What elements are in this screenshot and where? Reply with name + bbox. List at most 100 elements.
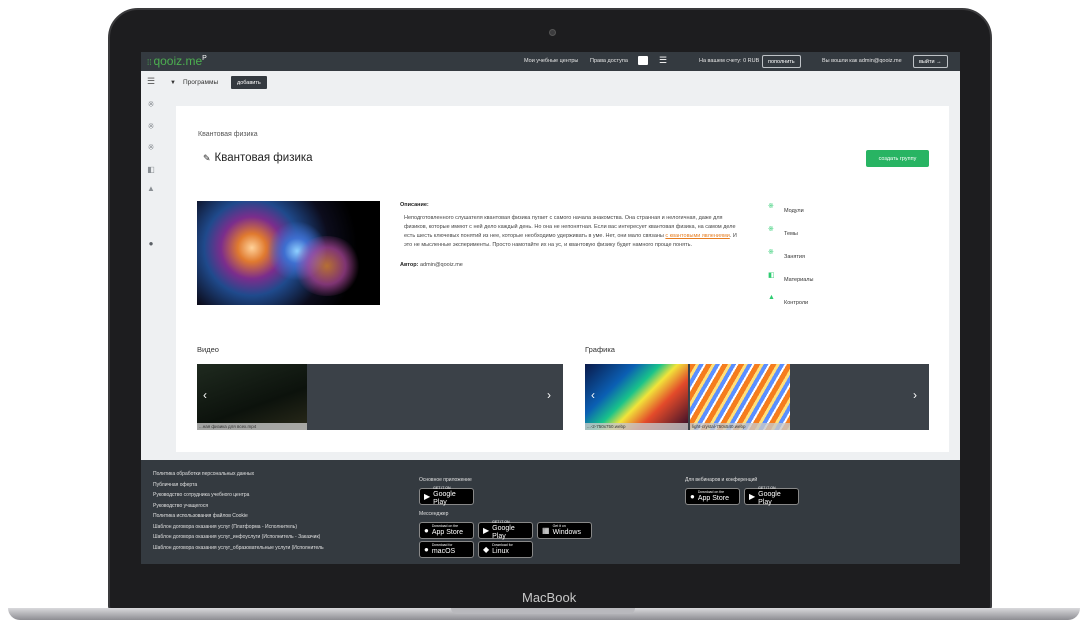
footer-link[interactable]: Руководство учащегося	[153, 501, 324, 512]
description-heading: Описание:	[400, 202, 429, 208]
graphic-thumbnail-1[interactable]: ...-2-750x750.webp	[585, 364, 688, 430]
stat-label: Контроли	[784, 300, 809, 306]
video-caption: ...ная физика для всех.mp4	[197, 423, 307, 430]
graphics-strip: ...-2-750x750.webp light-crystal-750x540…	[585, 364, 929, 430]
google-play-badge-messenger[interactable]: ▶ GET IT ON Google Play	[478, 520, 533, 540]
badge-name: Google Play	[492, 525, 515, 540]
graphic-caption-1: ...-2-750x750.webp	[585, 423, 688, 430]
atom-icon: ※	[768, 226, 774, 233]
author-value: admin@qooiz.me	[419, 262, 463, 268]
chevron-left-icon[interactable]: ‹	[203, 388, 207, 402]
graphic-thumbnail-2[interactable]: light-crystal-750x540.webp	[690, 364, 790, 430]
course-cover-image	[197, 201, 380, 305]
chevron-right-icon[interactable]: ›	[913, 388, 917, 402]
badge-name: App Store	[697, 495, 729, 502]
footer-link[interactable]: Политика обработки персональных данных	[153, 469, 324, 480]
stat-controls[interactable]: ▲ Контроли	[766, 293, 846, 316]
footer-link[interactable]: Политика использования файлов Cookie	[153, 511, 324, 522]
topup-button[interactable]: пополнить	[762, 55, 801, 68]
windows-icon: ▦	[542, 526, 550, 535]
stat-label: Темы	[784, 231, 798, 237]
logo[interactable]: ⁞⁞ qooiz.meP	[147, 54, 207, 68]
description-block: Описание: Неподготовленного слушателя кв…	[400, 202, 745, 268]
graphics-section-label: Графика	[585, 345, 615, 354]
sidebar-cap-icon[interactable]: ▲	[146, 184, 156, 194]
stat-lessons[interactable]: ※ Занятия	[766, 247, 846, 270]
badge-name: Google Play	[758, 491, 781, 506]
page-title: ✎ Квантовая физика	[203, 152, 313, 164]
badge-name: Linux	[492, 548, 509, 555]
messenger-heading: Мессенджер	[419, 511, 449, 517]
badge-name: Windows	[552, 529, 581, 536]
footer-link[interactable]: Шаблон договора оказания услуг (Платформ…	[153, 522, 324, 533]
badge-name: Google Play	[433, 491, 456, 506]
linux-badge[interactable]: ◆ Download for Linux	[478, 541, 533, 558]
video-thumbnail[interactable]: ...ная физика для всех.mp4	[197, 364, 307, 430]
content-card: Квантовая физика ✎ Квантовая физика созда…	[176, 106, 949, 452]
macos-badge[interactable]: ● Download for macOS	[419, 541, 474, 558]
logo-dots-icon: ⁞⁞	[147, 58, 152, 67]
sidebar-atom-icon-2[interactable]: ※	[146, 122, 156, 132]
author-line: Автор: admin@qooiz.me	[400, 262, 745, 268]
linux-icon: ◆	[483, 545, 490, 554]
chat-icon[interactable]	[638, 56, 648, 65]
nav-my-centers[interactable]: Мои учебные центры	[524, 58, 578, 64]
description-link[interactable]: с квантовыми явлениями	[665, 233, 729, 239]
device-label: MacBook	[522, 590, 577, 605]
create-group-button[interactable]: создать группу	[866, 150, 929, 167]
description-text: Неподготовленного слушателя квантовая фи…	[400, 214, 745, 250]
screen: ⁞⁞ qooiz.meP Мои учебные центры Права дос…	[141, 52, 960, 564]
dropdown-arrow-icon[interactable]: ▼	[170, 80, 176, 86]
apple-icon: ●	[424, 526, 429, 535]
badge-name: App Store	[431, 529, 463, 536]
apple-icon: ●	[424, 545, 429, 554]
author-label: Автор:	[400, 262, 419, 268]
footer-link[interactable]: Руководство сотрудника учебного центра	[153, 490, 324, 501]
logo-text: qooiz.me	[153, 54, 203, 68]
stat-label: Занятия	[784, 254, 805, 260]
pencil-icon[interactable]: ✎	[203, 153, 211, 163]
nav-access-rights[interactable]: Права доступа	[590, 58, 628, 64]
badge-name: macOS	[431, 548, 456, 555]
chevron-left-icon[interactable]: ‹	[591, 388, 595, 402]
google-play-badge-webinars[interactable]: ▶ GET IT ON Google Play	[744, 486, 799, 506]
google-play-icon: ▶	[424, 492, 431, 501]
sidebar-book-icon[interactable]: ◧	[146, 165, 156, 175]
atom-icon: ※	[768, 203, 774, 210]
sub-bar: ▼ Программы добавить	[161, 71, 960, 95]
breadcrumb[interactable]: Квантовая физика	[198, 131, 258, 138]
programs-label[interactable]: Программы	[183, 79, 218, 86]
footer-links: Политика обработки персональных данных П…	[153, 469, 324, 553]
help-icon[interactable]: ●	[146, 239, 156, 249]
stats-list: ※ Модули ※ Темы ※ Занятия ◧ Материалы ▲ Контр…	[766, 201, 846, 316]
footer-link[interactable]: Публичная оферта	[153, 480, 324, 491]
camera	[549, 29, 556, 36]
graduation-cap-icon: ▲	[768, 294, 775, 301]
footer-link[interactable]: Шаблон договора оказания услуг_инфоуслуг…	[153, 532, 324, 543]
sidebar-atom-icon-3[interactable]: ※	[146, 143, 156, 153]
app-store-badge[interactable]: ● Download on the App Store	[419, 522, 474, 539]
hamburger-menu-icon[interactable]: ☰	[659, 55, 667, 65]
stat-modules[interactable]: ※ Модули	[766, 201, 846, 224]
logo-sup: P	[202, 55, 207, 62]
google-play-icon: ▶	[483, 526, 490, 535]
logout-button[interactable]: выйти →	[913, 55, 948, 68]
stat-materials[interactable]: ◧ Материалы	[766, 270, 846, 293]
stat-topics[interactable]: ※ Темы	[766, 224, 846, 247]
footer-link[interactable]: Шаблон договора оказания услуг_образоват…	[153, 543, 324, 554]
sidebar-atom-icon-1[interactable]: ※	[146, 100, 156, 110]
add-button[interactable]: добавить	[231, 76, 267, 89]
footer: Политика обработки персональных данных П…	[141, 460, 960, 564]
webinars-heading: Для вебинаров и конференций	[685, 477, 758, 483]
stage: MacBook ⁞⁞ qooiz.meP Мои учебные центры П…	[0, 0, 1087, 627]
balance-text: На вашем счету: 0 RUB	[699, 58, 760, 64]
google-play-badge-main[interactable]: ▶ GET IT ON Google Play	[419, 486, 474, 506]
chevron-right-icon[interactable]: ›	[547, 388, 551, 402]
top-bar: ⁞⁞ qooiz.meP Мои учебные центры Права дос…	[141, 52, 960, 71]
windows-badge[interactable]: ▦ Get it on Windows	[537, 522, 592, 539]
apple-icon: ●	[690, 492, 695, 501]
google-play-icon: ▶	[749, 492, 756, 501]
hamburger-icon[interactable]: ☰	[146, 76, 156, 86]
video-section-label: Видео	[197, 345, 219, 354]
app-store-badge-webinars[interactable]: ● Download on the App Store	[685, 488, 740, 505]
